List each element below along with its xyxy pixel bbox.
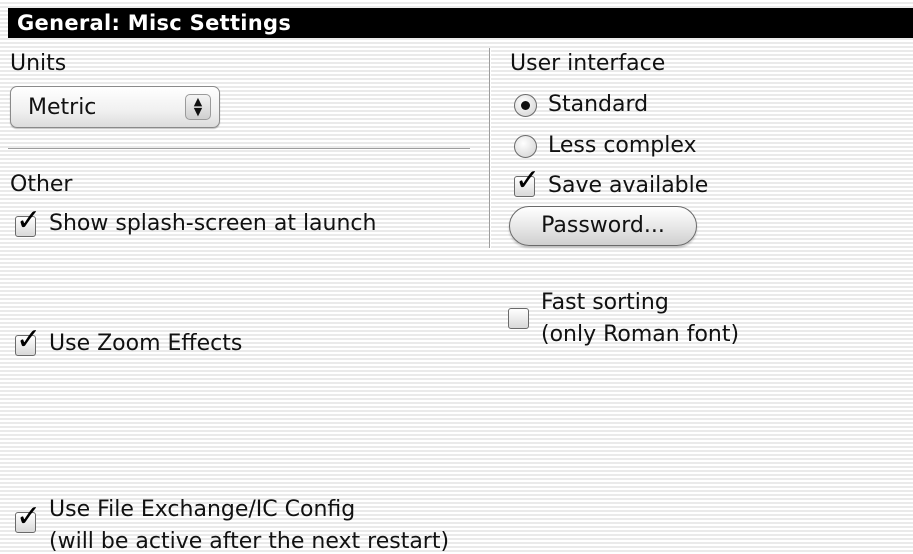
password-button[interactable]: Password... [509,206,697,246]
panel-title: General: Misc Settings [8,8,913,38]
fast-sorting-label[interactable]: Fast sorting [541,290,669,315]
zoom-effects-checkbox[interactable]: ✓ [15,325,41,356]
file-exchange-label[interactable]: Use File Exchange/IC Config [49,497,355,522]
other-label: Other [10,172,73,197]
show-splash-label[interactable]: Show splash-screen at launch [49,211,376,236]
units-label: Units [10,51,67,76]
user-interface-label: User interface [510,51,666,76]
units-popup-menu[interactable]: Metric ▲ ▼ [10,86,220,128]
units-selected-value: Metric [28,95,97,120]
up-down-arrows-icon: ▲ ▼ [185,94,211,120]
column-divider [489,48,491,248]
checkmark-icon: ✓ [16,322,42,357]
section-divider [8,148,470,150]
standard-label[interactable]: Standard [548,92,648,117]
checkmark-icon: ✓ [16,499,42,534]
save-available-label[interactable]: Save available [548,173,708,198]
fast-sorting-note: (only Roman font) [541,322,740,347]
checkmark-icon: ✓ [16,203,42,238]
radio-selected-dot [521,101,530,110]
show-splash-checkbox[interactable]: ✓ [15,206,41,237]
standard-radio[interactable] [514,94,537,117]
save-available-checkbox[interactable]: ✓ [514,166,540,197]
zoom-effects-label[interactable]: Use Zoom Effects [49,331,242,356]
checkmark-icon: ✓ [515,163,541,198]
fast-sorting-checkbox[interactable] [508,308,529,329]
file-exchange-note: (will be active after the next restart) [49,529,450,554]
less-complex-radio[interactable] [514,135,537,158]
less-complex-label[interactable]: Less complex [548,133,697,158]
file-exchange-checkbox[interactable]: ✓ [15,502,41,533]
